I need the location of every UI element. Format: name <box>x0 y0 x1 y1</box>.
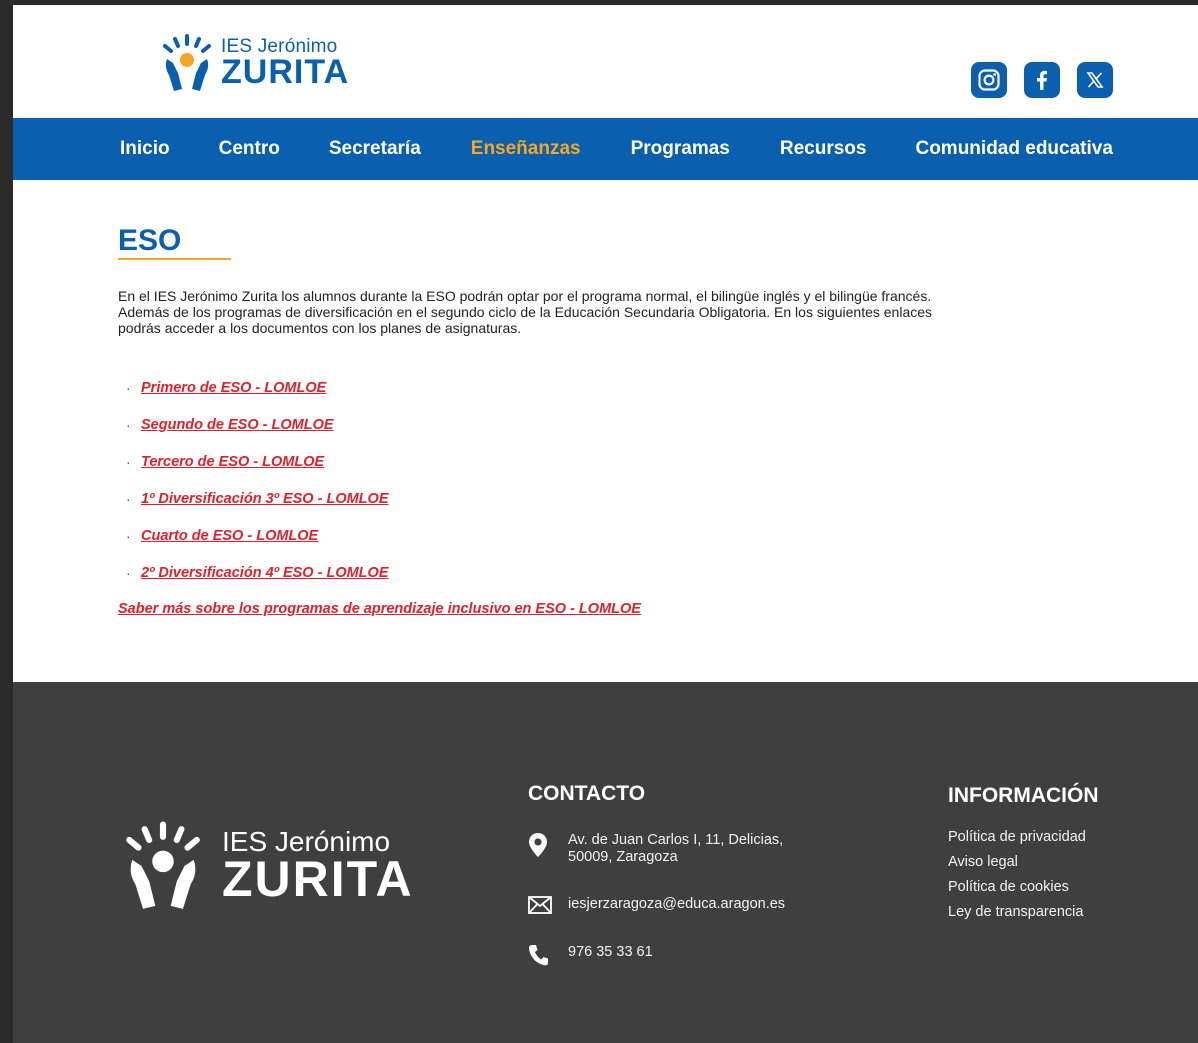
phone-icon <box>528 944 568 966</box>
nav-item-ensenanzas[interactable]: Enseñanzas <box>471 138 581 160</box>
location-pin-icon <box>528 832 568 858</box>
site-header: IES Jerónimo ZURITA <box>13 5 1198 118</box>
footer-logo-big-text: ZURITA <box>222 851 414 907</box>
site-logo[interactable]: IES Jerónimo ZURITA <box>161 33 349 93</box>
course-links: · Primero de ESO - LOMLOE · Segundo de ESO… <box>126 380 389 602</box>
link-tercero-eso[interactable]: Tercero de ESO - LOMLOE <box>141 454 324 470</box>
logo-mark-icon <box>163 34 211 91</box>
address-line1: Av. de Juan Carlos I, 11, Delicias, <box>568 832 784 848</box>
contact-title: CONTACTO <box>528 782 646 805</box>
nav-item-comunidad[interactable]: Comunidad educativa <box>915 138 1112 160</box>
list-item: · Tercero de ESO - LOMLOE <box>126 454 389 491</box>
footer-link-privacidad[interactable]: Política de privacidad <box>948 829 1086 854</box>
phone-text[interactable]: 976 35 33 61 <box>568 944 653 960</box>
nav-item-centro[interactable]: Centro <box>219 138 280 160</box>
email-text[interactable]: iesjerzaragoza@educa.aragon.es <box>568 896 785 912</box>
bullet: · <box>126 491 131 507</box>
logo-big-text: ZURITA <box>221 53 350 91</box>
link-diversificacion-4[interactable]: 2º Diversificación 4º ESO - LOMLOE <box>141 565 389 581</box>
site-footer: IES Jerónimo ZURITA CONTACTO Av. de Juan… <box>13 682 1198 1043</box>
page-title: ESO <box>118 224 182 257</box>
list-item: · Primero de ESO - LOMLOE <box>126 380 389 417</box>
nav-item-programas[interactable]: Programas <box>631 138 730 160</box>
nav-item-recursos[interactable]: Recursos <box>780 138 867 160</box>
list-item: · 2º Diversificación 4º ESO - LOMLOE <box>126 565 389 602</box>
title-underline <box>118 258 231 260</box>
contact-address: Av. de Juan Carlos I, 11, Delicias, 5000… <box>528 832 783 866</box>
nav-item-inicio[interactable]: Inicio <box>120 138 170 160</box>
social-links <box>971 62 1113 98</box>
footer-link-aviso-legal[interactable]: Aviso legal <box>948 854 1086 879</box>
bullet: · <box>126 565 131 581</box>
list-item: · 1º Diversificación 3º ESO - LOMLOE <box>126 491 389 528</box>
instagram-icon[interactable] <box>971 62 1007 98</box>
link-cuarto-eso[interactable]: Cuarto de ESO - LOMLOE <box>141 528 318 544</box>
nav-item-secretaria[interactable]: Secretaría <box>329 138 421 160</box>
intro-paragraph: En el IES Jerónimo Zurita los alumnos du… <box>118 288 933 336</box>
list-item: · Cuarto de ESO - LOMLOE <box>126 528 389 565</box>
bullet: · <box>126 417 131 433</box>
bullet: · <box>126 380 131 396</box>
footer-logo[interactable]: IES Jerónimo ZURITA <box>118 820 414 912</box>
contact-phone[interactable]: 976 35 33 61 <box>528 944 653 966</box>
info-title: INFORMACIÓN <box>948 784 1099 807</box>
footer-logo-mark-icon <box>126 821 200 909</box>
main-nav: Inicio Centro Secretaría Enseñanzas Prog… <box>13 118 1198 180</box>
info-links: Política de privacidad Aviso legal Polít… <box>948 829 1086 929</box>
link-aprendizaje-inclusivo[interactable]: Saber más sobre los programas de aprendi… <box>118 601 641 617</box>
footer-link-transparencia[interactable]: Ley de transparencia <box>948 904 1086 929</box>
x-icon[interactable] <box>1077 62 1113 98</box>
contact-email[interactable]: iesjerzaragoza@educa.aragon.es <box>528 896 785 914</box>
address-line2: 50009, Zaragoza <box>568 849 678 865</box>
list-item: · Segundo de ESO - LOMLOE <box>126 417 389 454</box>
link-primero-eso[interactable]: Primero de ESO - LOMLOE <box>141 380 326 396</box>
footer-link-cookies[interactable]: Política de cookies <box>948 879 1086 904</box>
mail-icon <box>528 896 568 914</box>
link-diversificacion-3[interactable]: 1º Diversificación 3º ESO - LOMLOE <box>141 491 389 507</box>
bullet: · <box>126 454 131 470</box>
bullet: · <box>126 528 131 544</box>
link-segundo-eso[interactable]: Segundo de ESO - LOMLOE <box>141 417 334 433</box>
facebook-icon[interactable] <box>1024 62 1060 98</box>
